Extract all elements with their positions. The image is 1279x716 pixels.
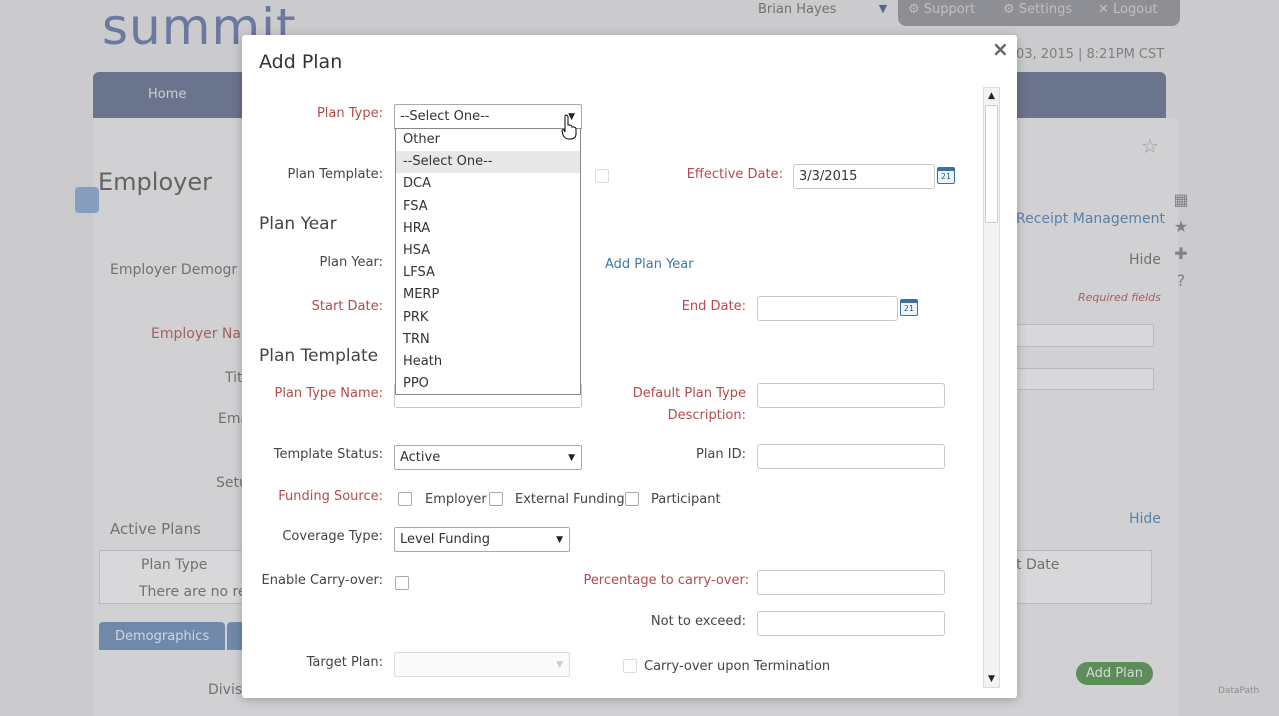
plan-type-select[interactable]: --Select One-- ▼: [394, 104, 582, 130]
not-to-exceed-label: Not to exceed:: [650, 614, 746, 629]
plan-type-option[interactable]: MERP: [396, 284, 580, 306]
plan-id-input[interactable]: [757, 444, 945, 469]
target-plan-select[interactable]: ▼: [394, 652, 570, 677]
plan-type-option[interactable]: PRK: [396, 307, 580, 329]
plan-type-label: Plan Type:: [316, 106, 383, 121]
pct-carryover-label: Percentage to carry-over:: [583, 573, 749, 588]
scroll-up-icon[interactable]: ▲: [984, 88, 999, 104]
plan-template-label: Plan Template:: [287, 167, 384, 182]
dialog-title: Add Plan: [259, 51, 343, 73]
plan-template-heading: Plan Template: [259, 346, 379, 366]
add-plan-year-link[interactable]: Add Plan Year: [605, 257, 694, 272]
plan-type-option[interactable]: DCA: [396, 173, 580, 195]
coverage-type-selected: Level Funding: [400, 532, 491, 547]
carryover-termination-label: Carry-over upon Termination: [644, 659, 831, 674]
funding-external-label: External Funding: [515, 492, 625, 507]
carryover-termination-checkbox[interactable]: [623, 659, 637, 673]
default-desc-label-2: Description:: [667, 408, 746, 423]
funding-source-label: Funding Source:: [278, 489, 383, 504]
funding-external-checkbox[interactable]: [489, 492, 503, 506]
plan-type-option[interactable]: HSA: [396, 240, 580, 262]
plan-type-option[interactable]: FSA: [396, 196, 580, 218]
funding-employer-checkbox[interactable]: [398, 492, 412, 506]
close-icon[interactable]: ×: [992, 37, 1009, 61]
funding-participant-label: Participant: [651, 492, 721, 507]
template-status-selected: Active: [400, 450, 441, 465]
plan-type-dropdown-list[interactable]: Other --Select One-- DCA FSA HRA HSA LFSA MERP P…: [395, 128, 581, 395]
effective-date-label: Effective Date:: [686, 167, 783, 182]
plan-year-heading: Plan Year: [259, 214, 337, 234]
end-date-label: End Date:: [681, 299, 746, 314]
dialog-scrollbar[interactable]: ▲ ▼: [983, 87, 1000, 688]
plan-type-option[interactable]: HRA: [396, 218, 580, 240]
chevron-down-icon: ▼: [556, 660, 563, 670]
chevron-down-icon: ▼: [568, 453, 575, 463]
template-status-label: Template Status:: [273, 447, 383, 462]
effective-date-input[interactable]: [793, 164, 935, 189]
not-to-exceed-input[interactable]: [757, 611, 945, 636]
plan-type-option[interactable]: LFSA: [396, 262, 580, 284]
default-description-input[interactable]: [757, 383, 945, 408]
enable-carryover-checkbox[interactable]: [395, 576, 409, 590]
funding-participant-checkbox[interactable]: [625, 492, 639, 506]
coverage-type-label: Coverage Type:: [282, 529, 383, 544]
plan-id-label: Plan ID:: [695, 447, 746, 462]
funding-employer-label: Employer: [425, 492, 487, 507]
plan-type-option[interactable]: TRN: [396, 329, 580, 351]
plan-type-option[interactable]: PPO: [396, 373, 580, 395]
template-status-select[interactable]: Active ▼: [394, 445, 582, 470]
calendar-icon[interactable]: 21: [937, 167, 955, 184]
plan-year-label: Plan Year:: [319, 255, 383, 270]
scroll-down-icon[interactable]: ▼: [984, 671, 999, 687]
plan-type-option[interactable]: Heath: [396, 351, 580, 373]
add-plan-dialog: Add Plan × ▲ ▼: [242, 35, 1017, 698]
plan-template-checkbox[interactable]: [595, 169, 609, 183]
plan-type-selected: --Select One--: [400, 109, 490, 124]
hand-pointer-icon: [561, 114, 577, 140]
scroll-thumb[interactable]: [985, 105, 998, 223]
plan-type-name-label: Plan Type Name:: [274, 386, 383, 401]
target-plan-label: Target Plan:: [306, 655, 383, 670]
plan-type-option[interactable]: --Select One--: [396, 151, 580, 174]
default-desc-label-1: Default Plan Type: [632, 386, 746, 401]
pct-carryover-input[interactable]: [757, 570, 945, 595]
start-date-label: Start Date:: [311, 299, 383, 314]
plan-type-option[interactable]: Other: [396, 129, 580, 151]
chevron-down-icon: ▼: [556, 535, 563, 545]
enable-carryover-label: Enable Carry-over:: [261, 573, 383, 588]
end-date-input[interactable]: [757, 296, 898, 321]
calendar-icon[interactable]: 21: [900, 299, 918, 316]
coverage-type-select[interactable]: Level Funding ▼: [394, 527, 570, 552]
